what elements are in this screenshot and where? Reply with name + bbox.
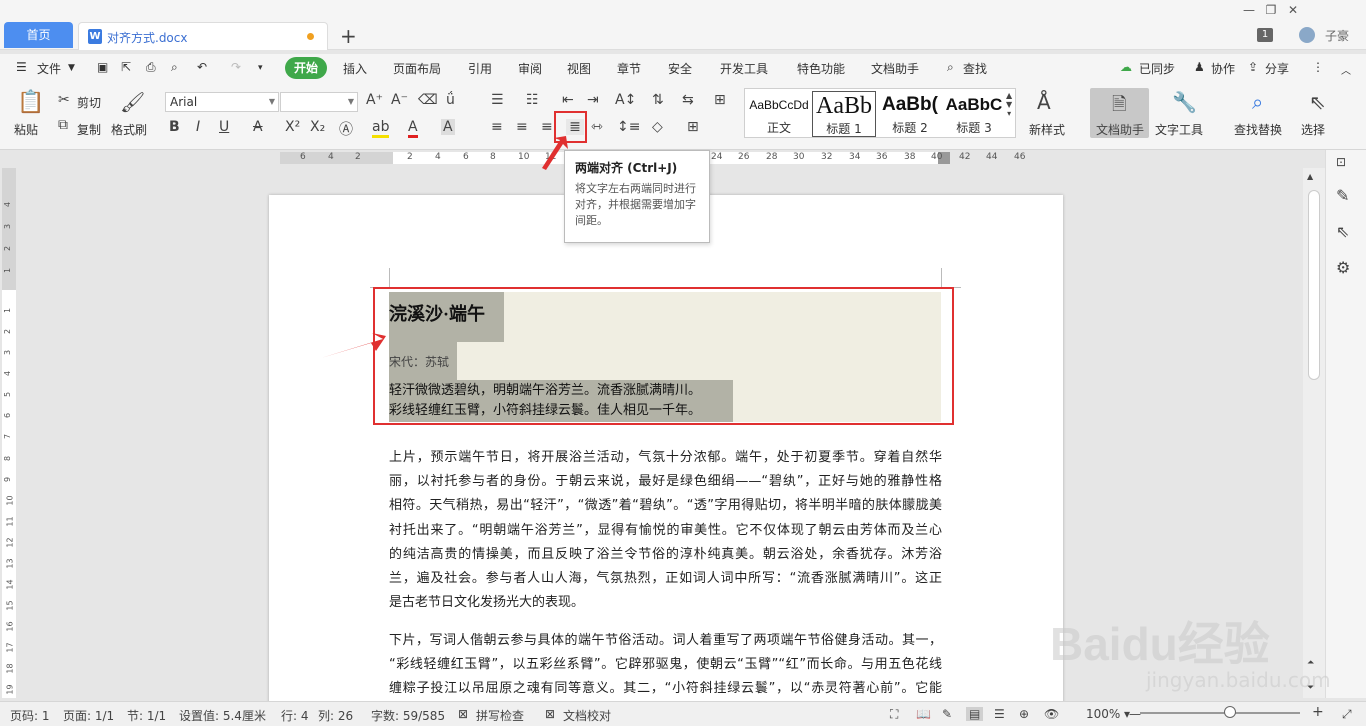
status-row[interactable]: 行: 4 <box>281 707 309 724</box>
watermark-url: jingyan.baidu.com <box>1146 668 1331 692</box>
tooltip-title: 两端对齐 (Ctrl+J) <box>575 161 678 175</box>
tooltip-justify: 两端对齐 (Ctrl+J) 将文字左右两端同时进行对齐，并根据需要增加字间距。 <box>564 150 710 243</box>
spellcheck-button[interactable]: 拼写检查 <box>476 707 524 724</box>
page-view-icon[interactable]: ▤ <box>966 707 984 721</box>
wps-writer-window: 首页 W 对齐方式.docx + — ❐ ✕ 1 子豪 ☰ 文件 ▼ ▣ ⇱ ⎙ ⌕… <box>0 0 1366 726</box>
status-section[interactable]: 节: 1/1 <box>127 707 166 724</box>
status-page[interactable]: 页码: 1 <box>10 707 50 724</box>
panel-toggle-icon[interactable]: ⊡ <box>1336 155 1346 169</box>
eye-protect-icon[interactable]: 👁 <box>1044 707 1059 721</box>
scroll-up-icon[interactable]: ▲ <box>1307 172 1313 181</box>
pointer-icon[interactable]: ⇖ <box>1336 222 1349 241</box>
zoom-level[interactable]: 100% <box>1086 707 1120 721</box>
arrow-to-selection-icon <box>321 333 386 358</box>
zoom-in-button[interactable]: + <box>1312 704 1324 720</box>
proofread-button[interactable]: 文档校对 <box>563 707 611 724</box>
status-words[interactable]: 字数: 59/585 <box>371 707 445 724</box>
settings-sliders-icon[interactable]: ⚙ <box>1336 258 1350 277</box>
watermark: Baidu经验 jingyan.baidu.com <box>1050 608 1350 698</box>
zoom-slider-track[interactable] <box>1140 712 1300 714</box>
zoom-out-button[interactable]: — <box>1129 707 1141 721</box>
edit-mode-icon[interactable]: ✎ <box>942 707 952 721</box>
watermark-logo: Baidu经验 <box>1050 618 1270 670</box>
zoom-slider-knob[interactable] <box>1224 706 1236 718</box>
tooltip-body: 将文字左右两端同时进行对齐，并根据需要增加字间距。 <box>575 182 696 227</box>
fit-page-icon[interactable]: ⤢ <box>1342 707 1352 722</box>
status-pages[interactable]: 页面: 1/1 <box>63 707 114 724</box>
pen-icon[interactable]: ✎ <box>1336 186 1349 205</box>
outline-view-icon[interactable]: ☰ <box>994 707 1005 721</box>
read-mode-icon[interactable]: 📖 <box>916 707 931 721</box>
proofread-icon: ⊠ <box>545 707 556 721</box>
status-col[interactable]: 列: 26 <box>318 707 353 724</box>
web-view-icon[interactable]: ⊕ <box>1019 707 1029 721</box>
spellcheck-icon: ⊠ <box>458 707 469 721</box>
fullscreen-icon[interactable]: ⛶ <box>890 707 898 722</box>
status-setting[interactable]: 设置值: 5.4厘米 <box>179 707 266 724</box>
scrollbar-thumb[interactable] <box>1308 190 1320 380</box>
